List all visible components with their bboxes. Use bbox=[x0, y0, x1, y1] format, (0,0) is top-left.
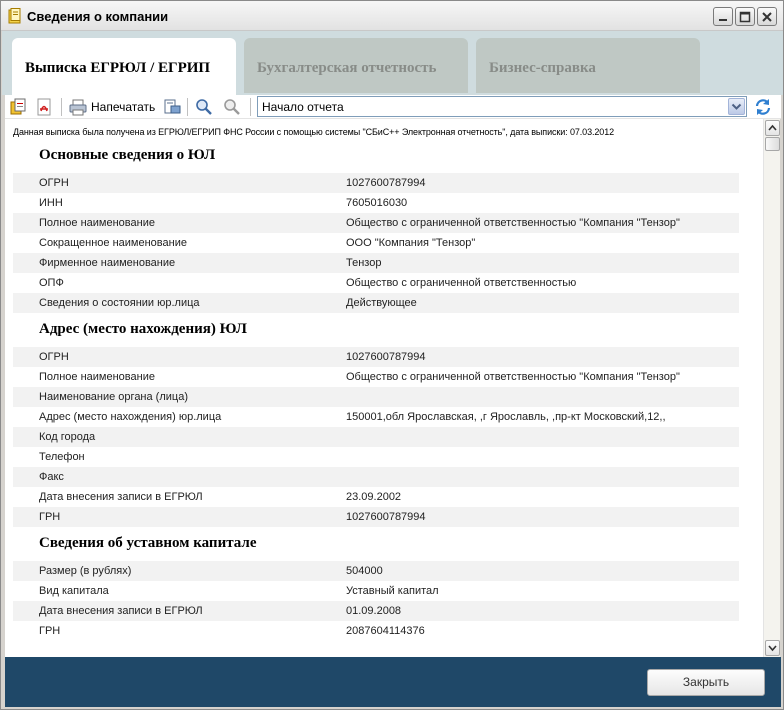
field-value: 504000 bbox=[346, 565, 383, 577]
pdf-icon[interactable] bbox=[35, 98, 53, 116]
chevron-up-icon bbox=[768, 124, 777, 131]
chevron-down-icon[interactable] bbox=[728, 98, 745, 115]
table-row: ГРН 2087604114376 bbox=[13, 621, 739, 641]
search-icon[interactable] bbox=[195, 98, 213, 116]
report-toolbar: Напечатать Начало отчета bbox=[5, 95, 781, 119]
field-label: Полное наименование bbox=[39, 371, 155, 383]
field-value: 150001,обл Ярославская, ,г Ярославль, ,п… bbox=[346, 411, 666, 423]
maximize-button[interactable] bbox=[735, 7, 755, 26]
field-label: Наименование органа (лица) bbox=[39, 391, 188, 403]
field-label: ОГРН bbox=[39, 351, 69, 363]
table-row: Размер (в рублях) 504000 bbox=[13, 561, 739, 581]
find-next-icon[interactable] bbox=[223, 98, 241, 116]
table-row: Факс bbox=[13, 467, 739, 487]
print-button[interactable]: Напечатать bbox=[91, 100, 155, 114]
field-value: ООО "Компания "Тензор" bbox=[346, 237, 476, 249]
window-title: Сведения о компании bbox=[27, 9, 169, 24]
field-value: Общество с ограниченной ответственностью… bbox=[346, 371, 680, 383]
section-title: Сведения об уставном капитале bbox=[39, 535, 257, 551]
report-content[interactable]: Данная выписка была получена из ЕГРЮЛ/ЕГ… bbox=[5, 119, 763, 657]
table-row: ОПФ Общество с ограниченной ответственнос… bbox=[13, 273, 739, 293]
printer-icon[interactable] bbox=[69, 98, 87, 116]
minimize-icon bbox=[719, 19, 727, 21]
table-row: Дата внесения записи в ЕГРЮЛ 23.09.2002 bbox=[13, 487, 739, 507]
print-preview-icon[interactable] bbox=[163, 98, 181, 116]
table-row: Фирменное наименование Тензор bbox=[13, 253, 739, 273]
field-label: Сведения о состоянии юр.лица bbox=[39, 297, 200, 309]
field-value: Общество с ограниченной ответственностью bbox=[346, 277, 577, 289]
table-row: ИНН 7605016030 bbox=[13, 193, 739, 213]
table-row: Полное наименование Общество с ограниченн… bbox=[13, 367, 739, 387]
field-label: ГРН bbox=[39, 625, 61, 637]
toolbar-separator bbox=[187, 98, 188, 116]
table-row: Сокращенное наименование ООО "Компания "Т… bbox=[13, 233, 739, 253]
export-document-icon[interactable] bbox=[9, 98, 27, 116]
title-bar[interactable]: Сведения о компании bbox=[1, 1, 783, 31]
scroll-up-button[interactable] bbox=[765, 120, 780, 136]
field-label: Полное наименование bbox=[39, 217, 155, 229]
field-value: Тензор bbox=[346, 257, 382, 269]
field-label: ОПФ bbox=[39, 277, 64, 289]
company-info-window: Сведения о компании Выписка ЕГРЮЛ / ЕГРИ… bbox=[0, 0, 784, 710]
field-label: Вид капитала bbox=[39, 585, 109, 597]
field-label: Дата внесения записи в ЕГРЮЛ bbox=[39, 605, 203, 617]
scroll-thumb[interactable] bbox=[765, 137, 780, 151]
field-label: Факс bbox=[39, 471, 64, 483]
field-value: 7605016030 bbox=[346, 197, 408, 209]
toolbar-separator bbox=[61, 98, 62, 116]
field-value: 2087604114376 bbox=[346, 625, 425, 637]
dialog-footer: Закрыть bbox=[5, 657, 781, 707]
table-row: Код города bbox=[13, 427, 739, 447]
tab-egrul-extract[interactable]: Выписка ЕГРЮЛ / ЕГРИП bbox=[12, 38, 236, 95]
field-value: 1027600787994 bbox=[346, 177, 426, 189]
table-row: Сведения о состоянии юр.лица Действующее bbox=[13, 293, 739, 313]
field-label: Код города bbox=[39, 431, 96, 443]
field-value: Общество с ограниченной ответственностью… bbox=[346, 217, 680, 229]
refresh-icon[interactable] bbox=[753, 97, 773, 117]
field-value: 01.09.2008 bbox=[346, 605, 402, 617]
field-label: ГРН bbox=[39, 511, 61, 523]
field-label: Адрес (место нахождения) юр.лица bbox=[39, 411, 222, 423]
section-title: Адрес (место нахождения) ЮЛ bbox=[39, 321, 247, 337]
table-row: ОГРН 1027600787994 bbox=[13, 173, 739, 193]
close-window-button[interactable] bbox=[757, 7, 777, 26]
tab-business-reference[interactable]: Бизнес-справка bbox=[476, 38, 700, 93]
section-title: Основные сведения о ЮЛ bbox=[39, 147, 216, 163]
field-value: Уставный капитал bbox=[346, 585, 439, 597]
table-row: Полное наименование Общество с ограниченн… bbox=[13, 213, 739, 233]
report-section-select-value: Начало отчета bbox=[262, 100, 344, 114]
close-icon bbox=[762, 12, 772, 22]
minimize-button[interactable] bbox=[713, 7, 733, 26]
field-value: 1027600787994 bbox=[346, 351, 426, 363]
table-row: Вид капитала Уставный капитал bbox=[13, 581, 739, 601]
scroll-down-button[interactable] bbox=[765, 640, 780, 656]
table-row: Наименование органа (лица) bbox=[13, 387, 739, 407]
field-value: 1027600787994 bbox=[346, 511, 426, 523]
maximize-icon bbox=[739, 11, 751, 23]
tab-bar: Выписка ЕГРЮЛ / ЕГРИП Бухгалтерская отче… bbox=[2, 31, 783, 95]
close-button[interactable]: Закрыть bbox=[647, 669, 765, 696]
table-row: ОГРН 1027600787994 bbox=[13, 347, 739, 367]
field-label: Размер (в рублях) bbox=[39, 565, 132, 577]
table-row: Телефон bbox=[13, 447, 739, 467]
toolbar-separator bbox=[250, 98, 251, 116]
vertical-scrollbar[interactable] bbox=[763, 119, 780, 657]
field-value: 23.09.2002 bbox=[346, 491, 402, 503]
table-row: Дата внесения записи в ЕГРЮЛ 01.09.2008 bbox=[13, 601, 739, 621]
chevron-down-icon bbox=[768, 645, 777, 652]
tab-accounting-reports[interactable]: Бухгалтерская отчетность bbox=[244, 38, 468, 93]
field-label: ОГРН bbox=[39, 177, 69, 189]
field-label: ИНН bbox=[39, 197, 63, 209]
report-section-select[interactable]: Начало отчета bbox=[257, 96, 747, 117]
extract-notice: Данная выписка была получена из ЕГРЮЛ/ЕГ… bbox=[13, 127, 615, 137]
field-label: Телефон bbox=[39, 451, 85, 463]
table-row: ГРН 1027600787994 bbox=[13, 507, 739, 527]
table-row: Адрес (место нахождения) юр.лица 150001,о… bbox=[13, 407, 739, 427]
field-value: Действующее bbox=[346, 297, 417, 309]
field-label: Дата внесения записи в ЕГРЮЛ bbox=[39, 491, 203, 503]
document-folder-icon bbox=[8, 8, 21, 24]
field-label: Сокращенное наименование bbox=[39, 237, 187, 249]
field-label: Фирменное наименование bbox=[39, 257, 176, 269]
